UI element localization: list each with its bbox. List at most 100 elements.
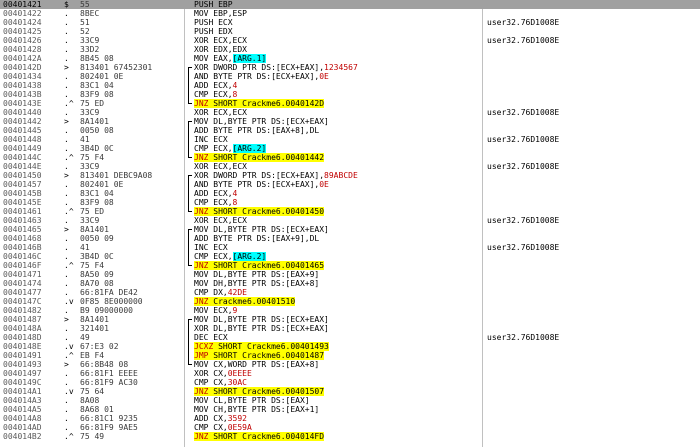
address-cell: 00401449 [3,144,42,153]
comment-cell [487,27,697,36]
instruction-row[interactable]: 00401421 $55 PUSH EBP [0,0,700,9]
instruction-row[interactable]: 0040146B. 41 INC ECX user32.76D1008E [0,243,700,252]
hex-dump-cell: 813401 67452301 [80,63,153,72]
address-cell: 00401493 [3,360,42,369]
instruction-row[interactable]: 00401448. 41 INC ECX user32.76D1008E [0,135,700,144]
instruction-row[interactable]: 0040146C. 3B4D 0C CMP ECX,[ARG.2] [0,252,700,261]
disassembly-cell: MOV DH,BYTE PTR DS:[EAX+8] [194,279,480,288]
instruction-row[interactable]: 004014A1 .v 75 64 JNZ SHORT Crackme6.004015… [0,387,700,396]
disassembly-cell: DEC ECX [194,333,480,342]
disassembly-cell: XOR CX,0EEEE [194,369,480,378]
flow-marker: . [64,414,69,423]
asm-token: JMP [194,351,209,360]
comment-cell [487,153,697,162]
asm-token: 0E [319,180,329,189]
loop-bracket [188,175,189,211]
instruction-row[interactable]: 0040145E. 83F9 08 CMP ECX,8 [0,198,700,207]
instruction-row[interactable]: 0040142A. 8B45 08 MOV EAX,[ARG.1] [0,54,700,63]
instruction-row[interactable]: 00401474. 8A70 08 MOV DH,BYTE PTR DS:[EAX+… [0,279,700,288]
asm-token: PUSH ECX [194,18,233,27]
instruction-row[interactable]: 0040146F .^ 75 F4 JNZ SHORT Crackme6.004014… [0,261,700,270]
disassembly-pane[interactable]: 00401421 $55 PUSH EBP 00401422. 8BEC MOV EBP,… [0,0,700,447]
instruction-row[interactable]: 0040145B. 83C1 04 ADD ECX,4 [0,189,700,198]
hex-dump-cell: 52 [80,27,90,36]
comment-cell [487,288,697,297]
hex-dump-cell: 8A1401 [80,315,109,324]
instruction-row[interactable]: 0040144C .^ 75 F4 JNZ SHORT Crackme6.004014… [0,153,700,162]
flow-marker: . [64,162,69,171]
instruction-row[interactable]: 00401465 >8A1401 MOV DL,BYTE PTR DS:[ECX+E… [0,225,700,234]
asm-token: XOR ECX,ECX [194,36,247,45]
disassembly-cell: MOV CL,BYTE PTR DS:[EAX] [194,396,480,405]
comment-cell [487,423,697,432]
asm-token: DEC ECX [194,333,228,342]
instruction-row[interactable]: 00401445. 0050 08 ADD BYTE PTR DS:[EAX+8],… [0,126,700,135]
instruction-row[interactable]: 00401487 >8A1401 MOV DL,BYTE PTR DS:[ECX+E… [0,315,700,324]
instruction-row[interactable]: 004014AD. 66:81F9 9AE5 CMP CX,0E59A [0,423,700,432]
instruction-row[interactable]: 00401449. 3B4D 0C CMP ECX,[ARG.2] [0,144,700,153]
instruction-row[interactable]: 00401468. 0050 09 ADD BYTE PTR DS:[EAX+9],… [0,234,700,243]
hex-dump-cell: 41 [80,243,90,252]
instruction-row[interactable]: 00401438. 83C1 04 ADD ECX,4 [0,81,700,90]
instruction-row[interactable]: 0040147C .v 0F85 8E000000 JNZ Crackme6.0040… [0,297,700,306]
address-cell: 00401448 [3,135,42,144]
instruction-row[interactable]: 0040143E .^ 75 ED JNZ SHORT Crackme6.004014… [0,99,700,108]
address-cell: 00401421 [3,0,42,9]
instruction-row[interactable]: 00401463. 33C9 XOR ECX,ECX user32.76D1008E [0,216,700,225]
asm-token: JNZ [194,207,209,216]
disassembly-cell: ADD ECX,4 [194,81,480,90]
instruction-row[interactable]: 00401426. 33C9 XOR ECX,ECX user32.76D1008E [0,36,700,45]
instruction-row[interactable]: 00401442 >8A1401 MOV DL,BYTE PTR DS:[ECX+E… [0,117,700,126]
instruction-row[interactable]: 00401461 .^ 75 ED JNZ SHORT Crackme6.004014… [0,207,700,216]
instruction-row[interactable]: 00401440. 33C9 XOR ECX,ECX user32.76D1008E [0,108,700,117]
instruction-row[interactable]: 00401497. 66:81F1 EEEE XOR CX,0EEEE [0,369,700,378]
flow-marker: > [64,315,69,324]
instruction-row[interactable]: 0040142D >813401 67452301 XOR DWORD PTR DS… [0,63,700,72]
instruction-row[interactable]: 0040149C. 66:81F9 AC30 CMP CX,30AC [0,378,700,387]
instruction-row[interactable]: 00401450 >813401 DEBC9A08 XOR DWORD PTR DS… [0,171,700,180]
instruction-row[interactable]: 004014B2 .^ 75 49 JNZ SHORT Crackme6.004014… [0,432,700,441]
address-cell: 00401424 [3,18,42,27]
disassembly-cell: XOR ECX,ECX [194,108,480,117]
hex-dump-cell: 8A50 09 [80,270,114,279]
instruction-row[interactable]: 00401434. 802401 0E AND BYTE PTR DS:[ECX+E… [0,72,700,81]
instruction-row[interactable]: 00401422. 8BEC MOV EBP,ESP [0,9,700,18]
instruction-row[interactable]: 0040148D. 49 DEC ECX user32.76D1008E [0,333,700,342]
instruction-row[interactable]: 004014A8. 66:81C1 9235 ADD CX,3592 [0,414,700,423]
asm-token: JCXZ [194,342,214,351]
comment-cell [487,90,697,99]
loop-bracket-top [188,319,192,320]
instruction-row[interactable]: 0040143B. 83F9 08 CMP ECX,8 [0,90,700,99]
address-cell: 0040146C [3,252,42,261]
address-cell: 0040144C [3,153,42,162]
instruction-row[interactable]: 0040148A. 321401 XOR DL,BYTE PTR DS:[ECX+E… [0,324,700,333]
instruction-row[interactable]: 00401493 >66:8B48 08 MOV CX,WORD PTR DS:[E… [0,360,700,369]
asm-token: 8 [232,90,238,99]
instruction-row[interactable]: 004014A3. 8A08 MOV CL,BYTE PTR DS:[EAX] [0,396,700,405]
asm-token: SHORT Crackme6.00401487 [208,351,325,360]
instruction-row[interactable]: 00401482. B9 09000000 MOV ECX,9 [0,306,700,315]
hex-dump-cell: 33C9 [80,216,100,225]
address-cell: 0040148D [3,333,42,342]
instruction-row[interactable]: 00401428. 33D2 XOR EDX,EDX [0,45,700,54]
instruction-row[interactable]: 004014A5. 8A68 01 MOV CH,BYTE PTR DS:[EAX+… [0,405,700,414]
hex-dump-cell: 8B45 08 [80,54,114,63]
instruction-row[interactable]: 00401425. 52 PUSH EDX [0,27,700,36]
instruction-row[interactable]: 0040148E .v 67:E3 02 JCXZ SHORT Crackme6.00… [0,342,700,351]
instruction-row[interactable]: 00401491 .^ EB F4 JMP SHORT Crackme6.004014… [0,351,700,360]
address-cell: 0040146F [3,261,42,270]
address-cell: 004014A3 [3,396,42,405]
instruction-row[interactable]: 0040144E. 33C9 XOR ECX,ECX user32.76D1008E [0,162,700,171]
instruction-row[interactable]: 00401477. 66:81FA DE42 CMP DX,42DE [0,288,700,297]
flow-marker: . [64,270,69,279]
address-cell: 004014A1 [3,387,42,396]
hex-dump-cell: 75 49 [80,432,105,441]
asm-token: SHORT Crackme6.00401465 [208,261,325,270]
instruction-row[interactable]: 00401471. 8A50 09 MOV DL,BYTE PTR DS:[EAX+… [0,270,700,279]
loop-bracket-top [188,229,192,230]
loop-bracket-bottom [188,157,192,158]
instruction-row[interactable]: 00401457. 802401 0E AND BYTE PTR DS:[ECX+E… [0,180,700,189]
comment-cell [487,369,697,378]
instruction-row[interactable]: 00401424. 51 PUSH ECX user32.76D1008E [0,18,700,27]
hex-dump-cell: 8A08 [80,396,100,405]
